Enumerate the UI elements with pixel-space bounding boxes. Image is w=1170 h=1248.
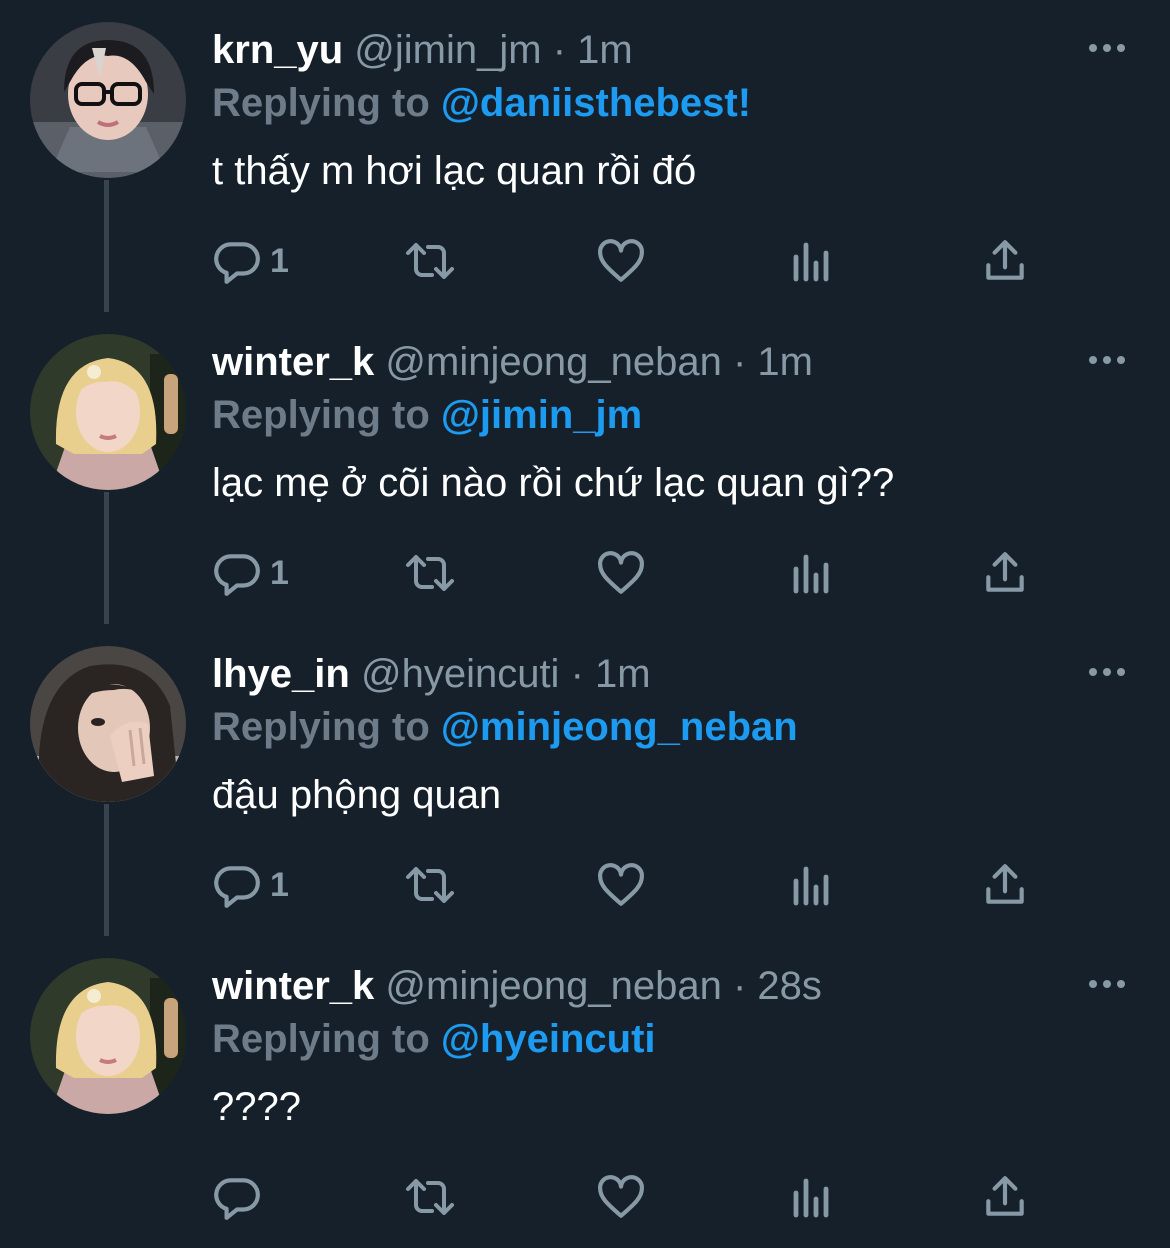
share-button[interactable] — [980, 548, 1030, 598]
more-options-icon[interactable] — [1086, 660, 1128, 684]
reply-button[interactable] — [212, 1172, 270, 1222]
like-button[interactable] — [596, 548, 646, 598]
replying-label: Replying to — [212, 1017, 430, 1061]
timestamp[interactable]: 1m — [595, 652, 651, 696]
share-icon — [986, 864, 1024, 904]
retweet-button[interactable] — [402, 236, 458, 286]
tweet-text: lạc mẹ ở cõi nào rồi chứ lạc quan gì?? — [212, 461, 895, 505]
reply-button[interactable]: 1 — [212, 236, 289, 286]
share-icon — [986, 240, 1024, 280]
user-handle[interactable]: @jimin_jm — [354, 28, 541, 72]
avatar[interactable] — [30, 22, 186, 178]
replying-to: Replying to @jimin_jm — [212, 390, 642, 440]
user-handle[interactable]: @hyeincuti — [361, 652, 559, 696]
heart-icon — [598, 863, 644, 906]
timestamp[interactable]: 1m — [577, 28, 633, 72]
tweet-text: t thấy m hơi lạc quan rồi đó — [212, 149, 697, 193]
tweet[interactable]: krn_yu @jimin_jm · 1m Replying to @danii… — [0, 0, 1170, 312]
views-button[interactable] — [790, 236, 834, 286]
analytics-icon — [793, 242, 829, 282]
reply-button[interactable]: 1 — [212, 548, 289, 598]
reply-count: 1 — [270, 553, 289, 592]
mention-link[interactable]: @minjeong_neban — [441, 705, 798, 749]
tweet-header: winter_k @minjeong_neban · 1m — [212, 338, 813, 386]
display-name[interactable]: winter_k — [212, 964, 374, 1008]
retweet-icon — [406, 555, 454, 591]
display-name[interactable]: krn_yu — [212, 28, 343, 72]
like-button[interactable] — [596, 860, 646, 910]
avatar-blonde-hair-icon — [30, 958, 186, 1114]
separator-dot: · — [570, 652, 584, 696]
retweet-button[interactable] — [402, 860, 458, 910]
views-button[interactable] — [790, 1172, 834, 1222]
tweet[interactable]: winter_k @minjeong_neban · 28s Replying … — [0, 936, 1170, 1248]
replying-label: Replying to — [212, 393, 430, 437]
user-handle[interactable]: @minjeong_neban — [385, 340, 721, 384]
separator-dot: · — [732, 340, 747, 384]
more-options-icon[interactable] — [1086, 972, 1128, 996]
tweet-text: ???? — [212, 1085, 301, 1129]
reply-icon — [214, 554, 260, 596]
retweet-icon — [406, 1179, 454, 1215]
tweet-header: winter_k @minjeong_neban · 28s — [212, 962, 822, 1010]
analytics-icon — [793, 866, 829, 906]
views-button[interactable] — [790, 860, 834, 910]
separator-dot: · — [732, 964, 747, 1008]
share-button[interactable] — [980, 1172, 1030, 1222]
reply-count: 1 — [270, 241, 289, 280]
replying-label: Replying to — [212, 705, 430, 749]
tweet-header: lhye_in @hyeincuti · 1m — [212, 650, 651, 698]
retweet-button[interactable] — [402, 1172, 458, 1222]
views-button[interactable] — [790, 548, 834, 598]
share-button[interactable] — [980, 236, 1030, 286]
user-handle[interactable]: @minjeong_neban — [385, 964, 721, 1008]
analytics-icon — [793, 1178, 829, 1218]
replying-to: Replying to @daniisthebest! — [212, 78, 751, 128]
timestamp[interactable]: 28s — [757, 964, 822, 1008]
avatar[interactable] — [30, 646, 186, 802]
separator-dot: · — [552, 28, 567, 72]
more-options-icon[interactable] — [1086, 36, 1128, 60]
timestamp[interactable]: 1m — [757, 340, 813, 384]
reply-button[interactable]: 1 — [212, 860, 289, 910]
reply-count: 1 — [270, 865, 289, 904]
heart-icon — [598, 551, 644, 594]
heart-icon — [598, 239, 644, 282]
share-icon — [986, 1176, 1024, 1216]
action-bar: 1 — [0, 216, 1170, 306]
retweet-icon — [406, 243, 454, 279]
action-bar: 1 — [0, 528, 1170, 618]
like-button[interactable] — [596, 1172, 646, 1222]
replying-to: Replying to @minjeong_neban — [212, 702, 798, 752]
avatar[interactable] — [30, 334, 186, 490]
tweet[interactable]: lhye_in @hyeincuti · 1m Replying to @min… — [0, 624, 1170, 936]
retweet-button[interactable] — [402, 548, 458, 598]
tweet-header: krn_yu @jimin_jm · 1m — [212, 26, 633, 74]
avatar[interactable] — [30, 958, 186, 1114]
analytics-icon — [793, 554, 829, 594]
mention-link[interactable]: @jimin_jm — [441, 393, 642, 437]
replying-to: Replying to @hyeincuti — [212, 1014, 656, 1064]
reply-icon — [214, 866, 260, 908]
action-bar: 1 — [0, 840, 1170, 930]
replying-label: Replying to — [212, 81, 430, 125]
share-button[interactable] — [980, 860, 1030, 910]
avatar-dark-hair-hand-icon — [30, 646, 186, 802]
display-name[interactable]: winter_k — [212, 340, 374, 384]
reply-icon — [214, 242, 260, 284]
like-button[interactable] — [596, 236, 646, 286]
action-bar — [0, 1152, 1170, 1242]
tweet-text: đậu phộng quan — [212, 773, 502, 817]
display-name[interactable]: lhye_in — [212, 652, 350, 696]
tweet[interactable]: winter_k @minjeong_neban · 1m Replying t… — [0, 312, 1170, 624]
mention-link[interactable]: @hyeincuti — [441, 1017, 656, 1061]
reply-icon — [214, 1178, 260, 1220]
mention-link[interactable]: @daniisthebest! — [441, 81, 751, 125]
more-options-icon[interactable] — [1086, 348, 1128, 372]
avatar-blonde-hair-icon — [30, 334, 186, 490]
heart-icon — [598, 1175, 644, 1218]
avatar-dark-hair-glasses-icon — [30, 22, 186, 178]
share-icon — [986, 552, 1024, 592]
retweet-icon — [406, 867, 454, 903]
